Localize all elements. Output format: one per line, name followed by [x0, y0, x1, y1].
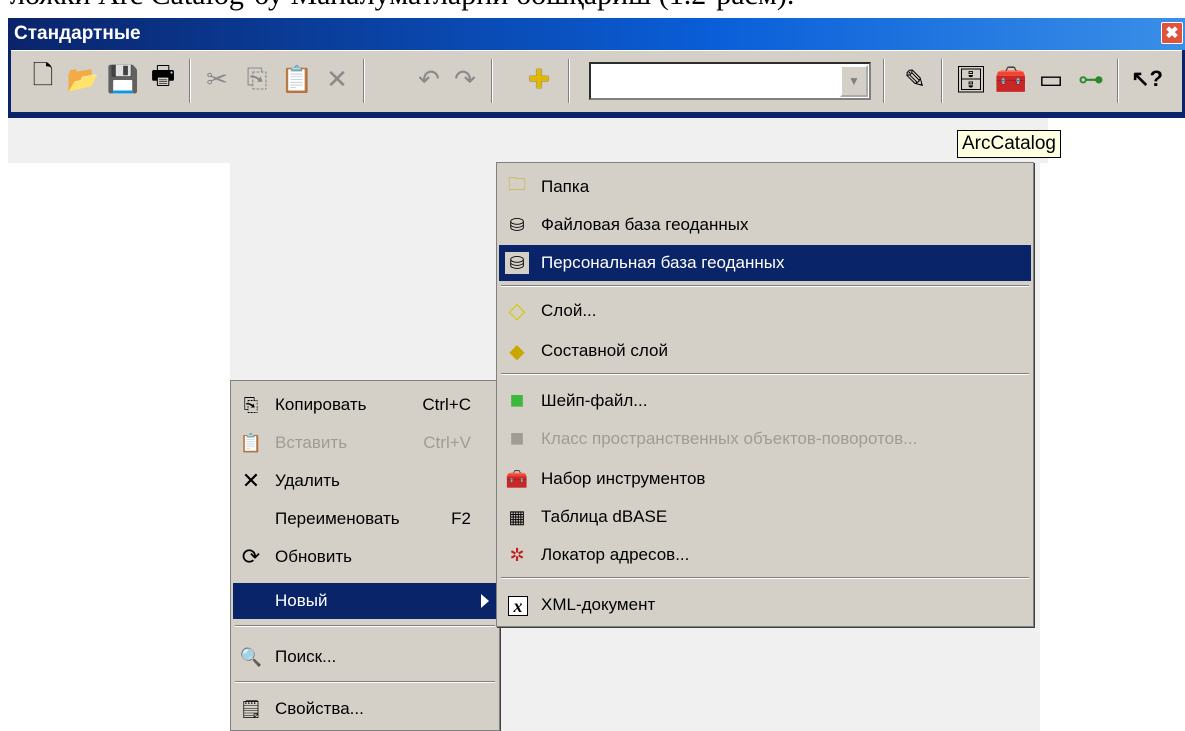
submenu-item-label: Папка — [541, 177, 590, 196]
submenu-item-label: Класс пространственных объектов-поворото… — [541, 429, 918, 448]
submenu-item-label: Локатор адресов... — [541, 545, 690, 564]
new-submenu: 🗀 Папка ⛁ Файловая база геоданных ⛁ Перс… — [496, 162, 1034, 627]
search-icon: 🔍 — [239, 646, 263, 667]
submenu-item-xml-document[interactable]: x XML-документ — [499, 587, 1031, 623]
menu-item-rename[interactable]: Переименовать F2 — [233, 501, 497, 537]
properties-icon: 🗒 — [239, 698, 263, 719]
submenu-item-file-geodatabase[interactable]: ⛁ Файловая база геоданных — [499, 207, 1031, 243]
turn-feature-class-icon: ■ — [509, 425, 525, 452]
open-folder-icon[interactable]: 📂 — [65, 61, 101, 97]
submenu-arrow-icon — [481, 594, 489, 608]
toolbox-icon: 🧰 — [505, 468, 529, 489]
submenu-item-personal-geodatabase[interactable]: ⛁ Персональная база геоданных — [499, 245, 1031, 281]
menu-separator — [501, 577, 1029, 579]
arccatalog-icon[interactable]: 🗄 — [953, 61, 989, 97]
menu-item-search[interactable]: 🔍 Поиск... — [233, 639, 497, 675]
file-geodatabase-icon: ⛁ — [509, 214, 525, 235]
submenu-item-dbase-table[interactable]: ▦ Таблица dBASE — [499, 499, 1031, 535]
toolbar-separator — [568, 59, 570, 103]
whats-this-icon[interactable]: ↖? — [1129, 61, 1165, 97]
paste-icon[interactable]: 📋 — [279, 61, 315, 97]
menu-separator — [501, 285, 1029, 287]
menu-item-shortcut: F2 — [451, 509, 471, 528]
submenu-item-address-locator[interactable]: ✲ Локатор адресов... — [499, 537, 1031, 573]
document-text-line: ложки Arc Catalog-бу Мапалуматларни бошқ… — [10, 0, 794, 12]
toolbar-title-bar[interactable]: Стандартные ✖ — [8, 18, 1185, 50]
command-line-icon[interactable]: ▭ — [1033, 61, 1069, 97]
save-icon[interactable]: 💾 — [105, 61, 141, 97]
group-layer-icon: ◆ — [509, 340, 525, 363]
menu-item-properties[interactable]: 🗒 Свойства... — [233, 691, 497, 727]
shapefile-icon: ■ — [509, 387, 525, 414]
dbase-table-icon: ▦ — [508, 506, 526, 527]
editor-toolbar-icon[interactable]: ✎ — [897, 61, 933, 97]
delete-icon[interactable]: ✕ — [319, 61, 355, 97]
toolbar-bar: 🗋 📂 💾 🖶 ✂ ⎘ 📋 ✕ ↶ ↷ ✚ ▼ ✎ 🗄 🧰 ▭ ⊶ ↖? — [11, 50, 1182, 112]
menu-item-label: Поиск... — [275, 647, 337, 666]
redo-icon[interactable]: ↷ — [447, 61, 483, 97]
submenu-item-label: Набор инструментов — [541, 469, 706, 488]
menu-item-shortcut: Ctrl+V — [423, 433, 471, 452]
toolbar-separator — [883, 59, 885, 103]
menu-item-paste[interactable]: 📋 Вставить Ctrl+V — [233, 425, 497, 461]
toolbar-separator — [363, 59, 365, 103]
submenu-item-folder[interactable]: 🗀 Папка — [499, 169, 1031, 205]
menu-item-delete[interactable]: ✕ Удалить — [233, 463, 497, 499]
personal-geodatabase-icon: ⛁ — [505, 252, 529, 274]
submenu-item-label: Шейп-файл... — [541, 391, 648, 410]
submenu-item-layer[interactable]: ◇ Слой... — [499, 293, 1031, 329]
submenu-item-turn-feature-class[interactable]: ■ Класс пространственных объектов-поворо… — [499, 421, 1031, 457]
submenu-item-label: Файловая база геоданных — [541, 215, 749, 234]
menu-separator — [235, 625, 495, 627]
menu-item-label: Переименовать — [275, 509, 400, 528]
submenu-item-label: Персональная база геоданных — [541, 253, 785, 272]
menu-item-shortcut: Ctrl+C — [422, 395, 471, 414]
xml-document-icon: x — [508, 596, 528, 616]
menu-item-label: Вставить — [275, 433, 348, 452]
menu-separator — [501, 373, 1029, 375]
menu-item-label: Обновить — [275, 547, 352, 566]
context-menu: ⎘ Копировать Ctrl+C 📋 Вставить Ctrl+V ✕ … — [230, 380, 500, 731]
menu-item-label: Свойства... — [275, 699, 364, 718]
toolbar-title: Стандартные — [14, 23, 141, 44]
layer-icon: ◇ — [508, 298, 526, 323]
menu-item-label: Новый — [275, 591, 328, 610]
arctoolbox-icon[interactable]: 🧰 — [993, 61, 1029, 97]
add-data-icon[interactable]: ✚ — [521, 61, 557, 97]
submenu-item-label: Слой... — [541, 301, 597, 320]
chevron-down-icon[interactable]: ▼ — [840, 65, 868, 97]
toolbar-separator — [189, 59, 191, 103]
arccatalog-tooltip: ArcCatalog — [957, 130, 1061, 158]
menu-item-copy[interactable]: ⎘ Копировать Ctrl+C — [233, 387, 497, 423]
new-document-icon[interactable]: 🗋 — [25, 60, 61, 97]
menu-separator — [235, 681, 495, 683]
submenu-item-toolbox[interactable]: 🧰 Набор инструментов — [499, 461, 1031, 497]
model-builder-icon[interactable]: ⊶ — [1073, 61, 1109, 97]
menu-item-label: Копировать — [275, 395, 367, 414]
toolbar-separator — [1117, 59, 1119, 103]
print-icon[interactable]: 🖶 — [145, 60, 181, 97]
toolbar-separator — [491, 59, 493, 103]
undo-icon[interactable]: ↶ — [411, 61, 447, 97]
submenu-item-group-layer[interactable]: ◆ Составной слой — [499, 333, 1031, 369]
menu-item-refresh[interactable]: ⟳ Обновить — [233, 539, 497, 575]
cut-icon[interactable]: ✂ — [199, 61, 235, 97]
folder-icon: 🗀 — [508, 174, 526, 194]
standard-toolbar-window: Стандартные ✖ 🗋 📂 💾 🖶 ✂ ⎘ 📋 ✕ ↶ ↷ ✚ ▼ ✎ … — [8, 18, 1185, 118]
address-locator-icon: ✲ — [509, 544, 525, 565]
menu-item-label: Удалить — [275, 471, 340, 490]
submenu-item-shapefile[interactable]: ■ Шейп-файл... — [499, 383, 1031, 419]
copy-icon: ⎘ — [243, 394, 259, 415]
refresh-icon: ⟳ — [241, 544, 261, 569]
submenu-item-label: XML-документ — [541, 595, 656, 614]
submenu-item-label: Составной слой — [541, 341, 668, 360]
submenu-item-label: Таблица dBASE — [541, 507, 668, 526]
delete-icon: ✕ — [241, 468, 261, 493]
copy-icon[interactable]: ⎘ — [239, 61, 275, 97]
menu-item-new[interactable]: Новый — [233, 583, 497, 619]
paste-icon: 📋 — [239, 432, 263, 453]
map-scale-combobox[interactable]: ▼ — [589, 62, 871, 100]
toolbar-separator — [941, 59, 943, 103]
close-icon[interactable]: ✖ — [1161, 22, 1183, 44]
